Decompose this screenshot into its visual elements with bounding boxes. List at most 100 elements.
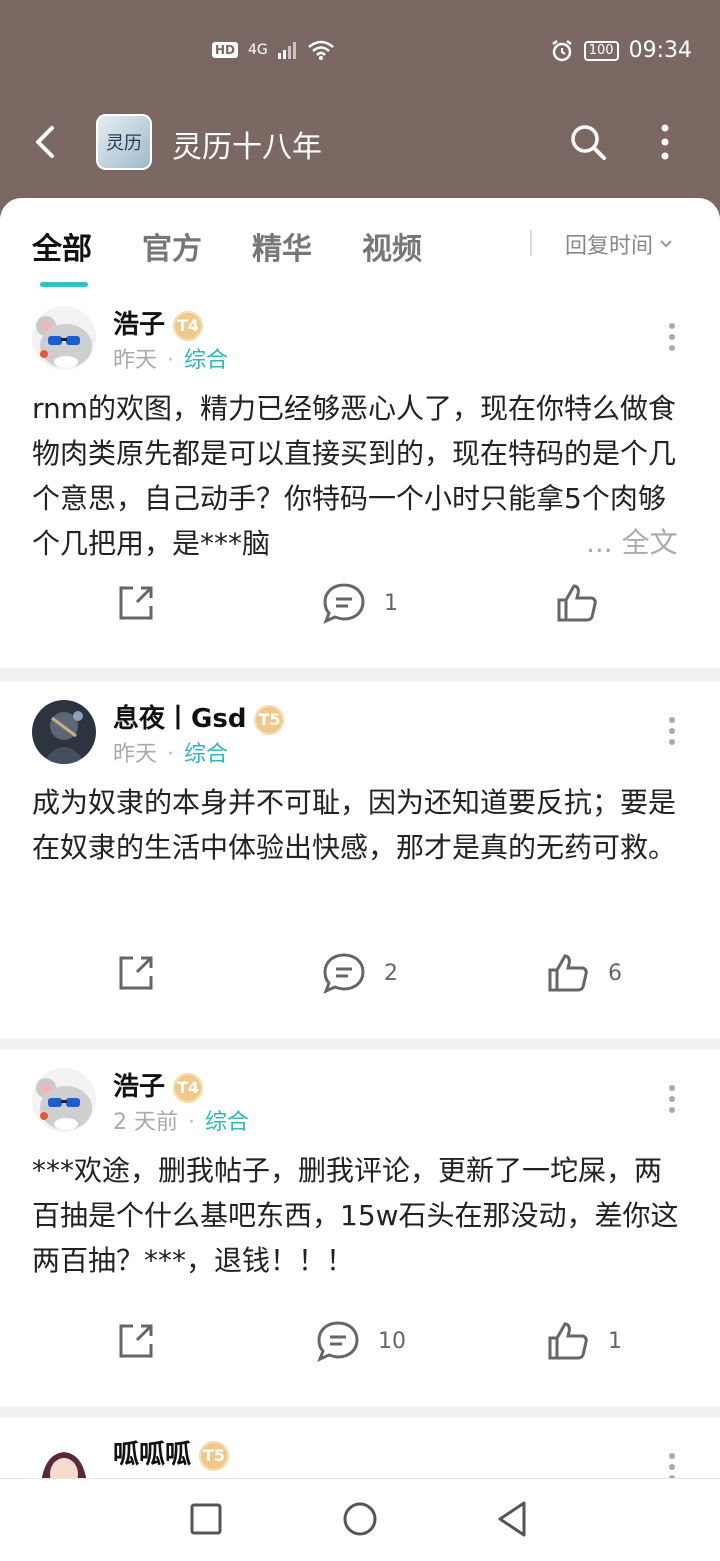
username-text: 息夜丨Gsd xyxy=(113,704,247,734)
username-text: 浩子 xyxy=(113,310,166,340)
anime-girl-avatar-icon xyxy=(32,1436,96,1478)
alarm-icon xyxy=(552,39,572,61)
more-options-icon[interactable] xyxy=(668,1452,676,1478)
post-time: 昨天 xyxy=(113,742,158,767)
username[interactable]: 息夜丨Gsd T5 xyxy=(113,698,285,735)
status-bar: HD 4G 100 09:34 xyxy=(0,0,720,100)
post-actions: 2 6 xyxy=(0,952,720,1012)
mouse-avatar-icon xyxy=(32,1068,96,1132)
share-button[interactable] xyxy=(115,1320,157,1362)
share-button[interactable] xyxy=(115,582,157,624)
back-triangle-icon[interactable] xyxy=(494,1499,530,1539)
read-more[interactable]: ... 全文 xyxy=(582,521,678,561)
wifi-icon xyxy=(307,40,334,60)
search-icon[interactable] xyxy=(568,122,608,162)
tab-bar: 全部 官方 精华 视频 回复时间 xyxy=(0,198,720,288)
post-actions: 1 xyxy=(0,582,720,642)
like-count: 6 xyxy=(608,960,622,986)
back-arrow-icon[interactable] xyxy=(28,118,68,166)
divider xyxy=(530,230,532,256)
ellipsis: ... xyxy=(586,526,613,559)
network-gen: 4G xyxy=(248,42,268,58)
more-options-icon[interactable] xyxy=(668,716,676,746)
avatar[interactable] xyxy=(32,700,96,764)
username-text: 浩子 xyxy=(113,1072,166,1102)
comment-count: 10 xyxy=(378,1328,406,1354)
full-text-link: 全文 xyxy=(621,526,678,559)
comment-button[interactable]: 1 xyxy=(322,582,398,624)
recent-apps-icon[interactable] xyxy=(188,1501,224,1537)
post-card[interactable]: 呱呱呱 T5 xyxy=(0,1418,720,1478)
post-card[interactable]: 息夜丨Gsd T5 昨天 · 综合 成为奴隶的本身并不可耻，因为还知道要反抗；要是在奴… xyxy=(0,682,720,1038)
post-category[interactable]: 综合 xyxy=(184,742,228,767)
clock: 09:34 xyxy=(628,38,692,63)
post-content[interactable]: 成为奴隶的本身并不可耻，因为还知道要反抗；要是在奴隶的生活中体验出快感，那才是真… xyxy=(32,780,682,870)
separator-dot: · xyxy=(167,348,175,373)
username[interactable]: 浩子 T4 xyxy=(113,304,204,341)
like-button[interactable] xyxy=(555,582,617,624)
comment-count: 1 xyxy=(384,590,398,616)
post-card[interactable]: 浩子 T4 2 天前 · 综合 ***欢途，删我帖子，删我评论，更新了一坨屎，两百抽是… xyxy=(0,1050,720,1406)
level-badge: T4 xyxy=(173,310,204,341)
share-icon xyxy=(119,586,153,620)
separator-dot: · xyxy=(188,1110,195,1135)
sort-dropdown[interactable]: 回复时间 xyxy=(565,228,673,260)
thumbs-up-icon xyxy=(548,1322,588,1360)
post-meta: 昨天 · 综合 xyxy=(113,736,228,768)
comment-icon xyxy=(317,1321,359,1362)
comment-button[interactable]: 10 xyxy=(316,1320,406,1362)
post-text: ***欢途，删我帖子，删我评论，更新了一坨屎，两百抽是个什么基吧东西，15w石头… xyxy=(32,1154,679,1277)
tab-featured[interactable]: 精华 xyxy=(252,224,312,268)
post-content[interactable]: ***欢途，删我帖子，删我评论，更新了一坨屎，两百抽是个什么基吧东西，15w石头… xyxy=(32,1148,682,1283)
app-logo[interactable]: 灵历 xyxy=(96,114,152,170)
thumbs-up-icon xyxy=(557,584,597,622)
level-badge: T5 xyxy=(254,704,285,735)
home-icon[interactable] xyxy=(341,1500,379,1538)
more-options-icon[interactable] xyxy=(668,322,676,352)
more-menu-icon[interactable] xyxy=(650,122,680,162)
tab-indicator xyxy=(40,282,88,287)
comment-icon xyxy=(323,583,365,624)
username-text: 呱呱呱 xyxy=(113,1440,192,1470)
thumbs-up-icon xyxy=(548,954,588,992)
share-icon xyxy=(119,1324,153,1358)
more-options-icon[interactable] xyxy=(668,1084,676,1114)
like-count: 1 xyxy=(608,1328,622,1354)
comment-button[interactable]: 2 xyxy=(322,952,398,994)
tab-official[interactable]: 官方 xyxy=(142,224,202,268)
post-meta: 昨天 · 综合 xyxy=(113,342,228,374)
post-text: rnm的欢图，精力已经够恶心人了，现在你特么做食物肉类原先都是可以直接买到的，现… xyxy=(32,392,677,560)
chevron-down-icon xyxy=(660,240,672,248)
like-button[interactable]: 6 xyxy=(546,952,622,994)
separator-dot: · xyxy=(167,742,175,767)
comment-count: 2 xyxy=(384,960,398,986)
tab-video[interactable]: 视频 xyxy=(362,224,422,268)
mouse-avatar-icon xyxy=(32,306,96,370)
content-area: 全部 官方 精华 视频 回复时间 浩子 T4 昨天 · 综合 rnm的欢图，精力已经够… xyxy=(0,198,720,1478)
username[interactable]: 呱呱呱 T5 xyxy=(113,1434,230,1471)
comment-icon xyxy=(323,953,365,994)
avatar[interactable] xyxy=(32,1068,96,1132)
share-button[interactable] xyxy=(115,952,157,994)
post-category[interactable]: 综合 xyxy=(184,348,228,373)
avatar[interactable] xyxy=(32,306,96,370)
network-indicators: HD 4G xyxy=(212,40,334,60)
hd-badge: HD xyxy=(212,42,239,58)
share-icon xyxy=(119,956,153,990)
app-logo-text: 灵历 xyxy=(106,133,142,154)
post-category[interactable]: 综合 xyxy=(205,1110,249,1135)
system-nav-bar xyxy=(0,1478,720,1561)
tab-all[interactable]: 全部 xyxy=(32,224,92,268)
like-button[interactable]: 1 xyxy=(546,1320,622,1362)
username[interactable]: 浩子 T4 xyxy=(113,1066,204,1103)
post-card[interactable]: 浩子 T4 昨天 · 综合 rnm的欢图，精力已经够恶心人了，现在你特么做食物肉类原先… xyxy=(0,288,720,668)
post-time: 昨天 xyxy=(113,348,158,373)
status-right: 100 09:34 xyxy=(550,38,692,63)
avatar[interactable] xyxy=(32,1436,96,1478)
level-badge: T5 xyxy=(199,1440,230,1471)
post-text: 成为奴隶的本身并不可耻，因为还知道要反抗；要是在奴隶的生活中体验出快感，那才是真… xyxy=(32,786,677,864)
battery-indicator: 100 xyxy=(583,40,619,61)
post-time: 2 天前 xyxy=(113,1110,178,1135)
character-avatar-icon xyxy=(32,700,96,764)
sort-label: 回复时间 xyxy=(565,234,654,259)
